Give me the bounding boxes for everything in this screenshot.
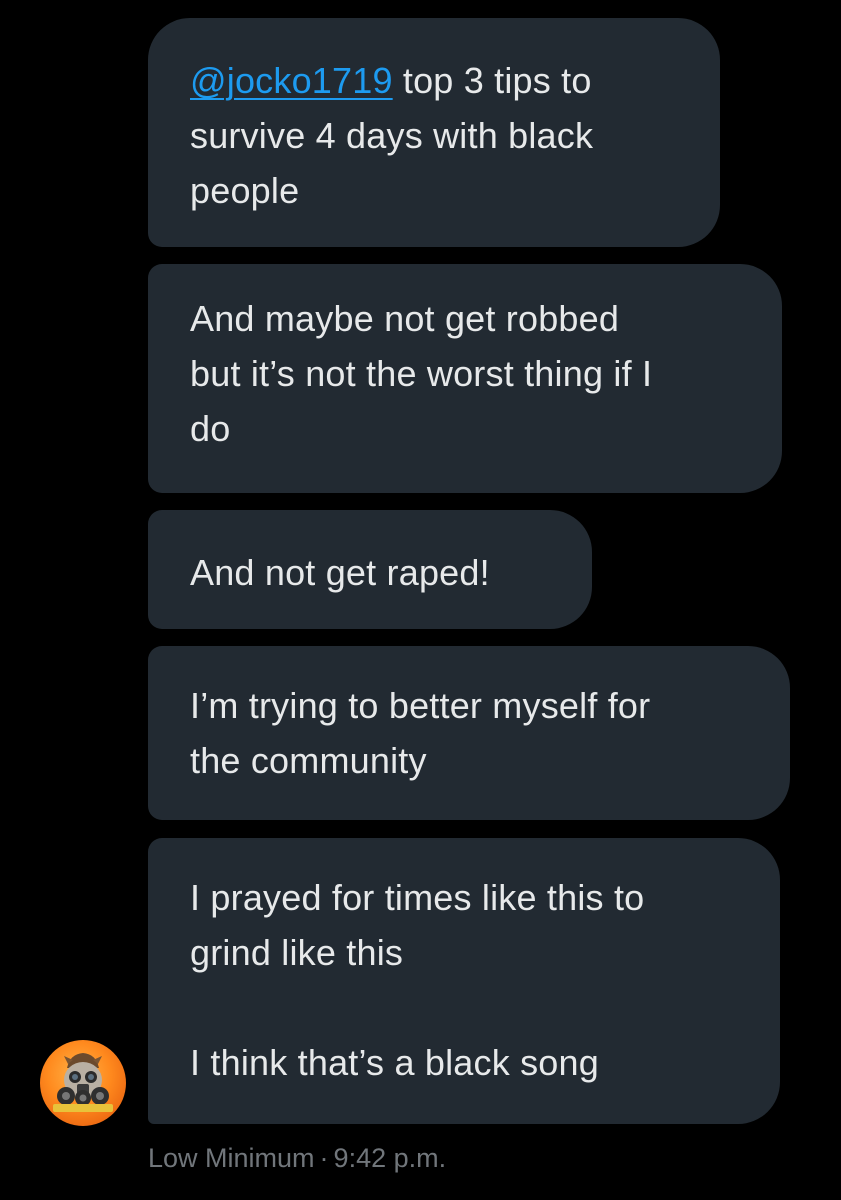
message-meta: Low Minimum · 9:42 p.m. (148, 1138, 446, 1178)
message-text: I prayed for times like this to grind li… (190, 877, 645, 1083)
sender-name[interactable]: Low Minimum (148, 1143, 315, 1173)
message-bubble[interactable]: I prayed for times like this to grind li… (148, 838, 780, 1124)
meta-separator: · (319, 1143, 329, 1173)
message-text: I’m trying to better myself for the comm… (190, 685, 651, 781)
mention-link[interactable]: @jocko1719 (190, 60, 393, 101)
message-bubble[interactable]: @jocko1719 top 3 tips to survive 4 days … (148, 18, 720, 247)
message-text: And maybe not get robbed but it’s not th… (190, 298, 653, 449)
message-timestamp: 9:42 p.m. (333, 1143, 447, 1173)
message-text: And not get raped! (190, 552, 490, 593)
message-bubble[interactable]: I’m trying to better myself for the comm… (148, 646, 790, 820)
gas-mask-avatar-icon (53, 1053, 113, 1112)
message-bubble[interactable]: And maybe not get robbed but it’s not th… (148, 264, 782, 493)
message-bubble[interactable]: And not get raped! (148, 510, 592, 629)
sender-avatar[interactable] (40, 1040, 126, 1126)
